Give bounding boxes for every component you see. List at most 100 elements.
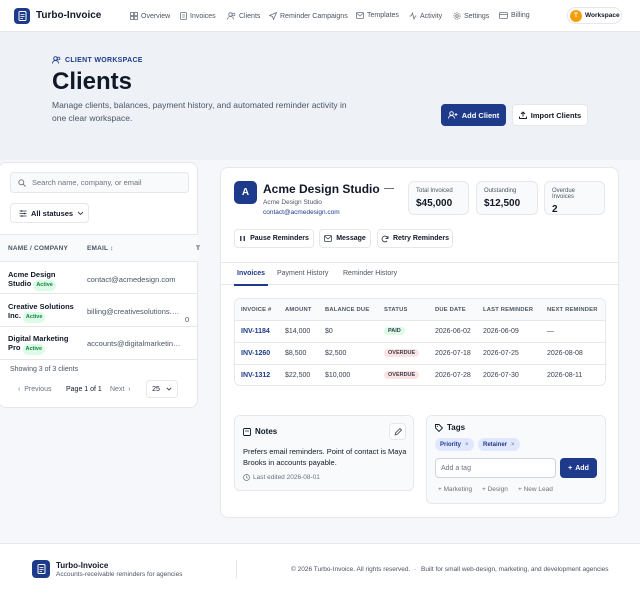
invoice-id[interactable]: INV-1312 (241, 372, 270, 379)
client-avatar: A (234, 181, 257, 204)
tag-label: Retainer (483, 441, 508, 448)
plus-icon: + (568, 464, 573, 472)
client-name: Acme Design Studio Active (8, 270, 83, 291)
table-row[interactable]: INV-1184 $14,000 $0 PAID 2026-06-02 2026… (235, 321, 605, 343)
footer-divider (236, 560, 237, 578)
nav-label: Overview (141, 12, 171, 20)
message-button[interactable]: Message (319, 229, 371, 248)
search-input[interactable]: Search name, company, or email (10, 172, 189, 193)
col-balance: BALANCE DUE (325, 307, 370, 313)
page-header (0, 32, 640, 160)
notes-title: Notes (255, 427, 278, 436)
tag-suggestion[interactable]: + Marketing (438, 486, 472, 493)
name-line: Inc. (8, 311, 21, 320)
invoice-balance: $10,000 (325, 372, 351, 379)
footer-built-for: Built for small web-design, marketing, a… (421, 566, 609, 573)
client-company: Acme Design Studio (263, 199, 322, 206)
tab-invoices[interactable]: Invoices (237, 270, 265, 277)
activity-icon (409, 12, 417, 20)
mail-icon (356, 12, 364, 19)
add-client-button[interactable]: Add Client (441, 104, 506, 126)
workspace-switcher[interactable]: T Workspace (567, 7, 622, 24)
next-page-button[interactable]: Next › (110, 386, 131, 393)
invoice-id[interactable]: INV-1184 (241, 328, 270, 335)
status-filter[interactable]: All statuses (10, 203, 89, 223)
pause-reminders-button[interactable]: Pause Reminders (234, 229, 314, 248)
table-row[interactable]: INV-1260 $8,500 $2,500 OVERDUE 2026-07-1… (235, 343, 605, 365)
col-name[interactable]: NAME / COMPANY (8, 245, 68, 252)
retry-reminders-button[interactable]: Retry Reminders (377, 229, 453, 248)
tab-reminder-history[interactable]: Reminder History (343, 270, 397, 277)
col-name-label: NAME / COMPANY (8, 245, 69, 252)
status-badge: OVERDUE (384, 349, 420, 357)
table-row[interactable]: Acme Design Studio Active contact@acmedesi… (0, 262, 198, 294)
nav-label: Billing (511, 12, 530, 19)
add-tag-button[interactable]: + Add (560, 458, 597, 478)
edit-notes-button[interactable] (389, 423, 406, 440)
nav-reminder-campaigns[interactable]: Reminder Campaigns (269, 12, 348, 20)
stat-label: Overdue Invoices (552, 188, 576, 200)
user-plus-icon (447, 111, 458, 119)
nav-templates[interactable]: Templates (356, 12, 399, 19)
grid-icon (130, 12, 138, 20)
next-label: Next (110, 386, 125, 393)
nav-label: Clients (239, 12, 261, 20)
remove-tag-icon[interactable]: × (511, 442, 515, 448)
notes-edited-label: Last edited 2026-08-01 (253, 474, 320, 481)
tag-input[interactable]: Add a tag (435, 458, 556, 478)
col-status: STATUS (384, 307, 408, 313)
nav-label: Settings (464, 12, 490, 20)
pause-label: Pause Reminders (250, 235, 309, 242)
tag-chip[interactable]: Retainer × (478, 438, 520, 451)
table-row[interactable]: INV-1312 $22,500 $10,000 OVERDUE 2026-07… (235, 365, 605, 385)
mail-icon (324, 235, 333, 242)
name-line: Pro (8, 343, 21, 352)
col-extra: T (196, 245, 201, 252)
app-name[interactable]: Turbo-Invoice (36, 10, 101, 21)
notes-edited: Last edited 2026-08-01 (243, 474, 320, 481)
invoice-table: INVOICE # AMOUNT BALANCE DUE STATUS DUE … (234, 298, 606, 386)
client-email: billing@creativesolutions.com (87, 307, 182, 316)
nav-clients[interactable]: Clients (227, 12, 260, 20)
prev-label: Previous (24, 386, 52, 393)
nav-settings[interactable]: Settings (453, 12, 489, 20)
footer-tagline: Accounts-receivable reminders for agenci… (56, 571, 183, 578)
nav-overview[interactable]: Overview (130, 12, 170, 20)
nav-invoices[interactable]: Invoices (180, 12, 216, 20)
page-description: Manage clients, balances, payment histor… (52, 100, 347, 123)
table-row[interactable]: Digital Marketing Pro Active accounts@digi… (0, 328, 198, 360)
invoice-due: 2026-07-18 (435, 350, 471, 357)
import-clients-button[interactable]: Import Clients (512, 104, 588, 126)
footer-logo (32, 560, 50, 578)
nav-activity[interactable]: Activity (409, 12, 442, 20)
client-name: Digital Marketing Pro Active (8, 334, 83, 355)
status-badge: Active (22, 312, 46, 323)
col-last-reminder: LAST REMINDER (483, 307, 534, 313)
message-label: Message (336, 235, 366, 242)
footer-brand: Turbo-Invoice (56, 561, 109, 570)
add-client-label: Add Client (461, 110, 500, 120)
app-logo[interactable] (14, 8, 30, 24)
client-email-link[interactable]: contact@acmedesign.com (263, 209, 340, 216)
retry-label: Retry Reminders (392, 235, 450, 242)
more-icon[interactable] (384, 183, 394, 189)
tag-suggestion[interactable]: + New Lead (518, 486, 553, 493)
invoice-id[interactable]: INV-1260 (241, 350, 270, 357)
remove-tag-icon[interactable]: × (465, 442, 469, 448)
tag-suggestion[interactable]: + Design (482, 486, 508, 493)
tag-chip[interactable]: Priority × (435, 438, 474, 451)
table-row[interactable]: Creative Solutions Inc. Active billing@cre… (0, 295, 198, 327)
prev-page-button[interactable]: ‹ Previous (18, 386, 51, 393)
eyebrow-label: CLIENT WORKSPACE (65, 56, 143, 64)
invoice-last-reminder: 2026-07-30 (483, 372, 519, 379)
stat-label: Total Invoiced (416, 188, 453, 194)
tab-payment-history[interactable]: Payment History (277, 270, 328, 277)
users-icon (52, 56, 61, 64)
name-line: Studio (8, 279, 32, 288)
page-size-select[interactable]: 25 (146, 380, 178, 398)
extra-cell: 0 (185, 315, 190, 324)
nav-billing[interactable]: Billing (499, 12, 530, 19)
eyebrow: CLIENT WORKSPACE (52, 56, 143, 64)
add-tag-label: Add (575, 464, 589, 472)
col-email[interactable]: EMAIL ↕ (87, 245, 114, 252)
